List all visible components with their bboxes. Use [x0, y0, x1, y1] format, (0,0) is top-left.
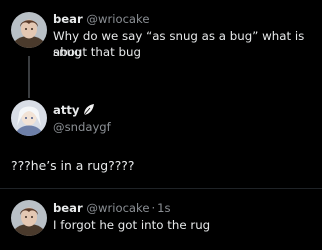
tweet1-text-line2: about that bug	[53, 45, 141, 59]
display-name[interactable]: bear	[53, 12, 83, 26]
avatar[interactable]	[11, 12, 47, 48]
tweet2-header: bear @wriocake · 1s	[53, 200, 171, 216]
user-handle[interactable]: @sndaygf	[53, 119, 111, 135]
tweet2-text: I forgot he got into the rug	[53, 218, 211, 232]
display-name[interactable]: atty	[53, 103, 79, 117]
user-handle[interactable]: @wriocake	[86, 12, 149, 26]
thread-connector-line	[28, 56, 30, 98]
bear-avatar-icon	[11, 200, 47, 236]
avatar[interactable]	[11, 200, 47, 236]
reply-text: ???he’s in a rug????	[11, 158, 135, 173]
timestamp[interactable]: 1s	[157, 201, 170, 215]
display-name[interactable]: bear	[53, 201, 83, 215]
tweet1-header: bear @wriocake	[53, 11, 149, 27]
atty-avatar-icon	[11, 100, 47, 136]
bear-avatar-icon	[11, 12, 47, 48]
leaf-icon	[82, 103, 95, 120]
divider	[0, 188, 322, 189]
reply-name-row: atty	[53, 102, 95, 120]
user-handle[interactable]: @wriocake	[86, 201, 149, 215]
avatar[interactable]	[11, 100, 47, 136]
time-separator: ·	[151, 201, 156, 215]
